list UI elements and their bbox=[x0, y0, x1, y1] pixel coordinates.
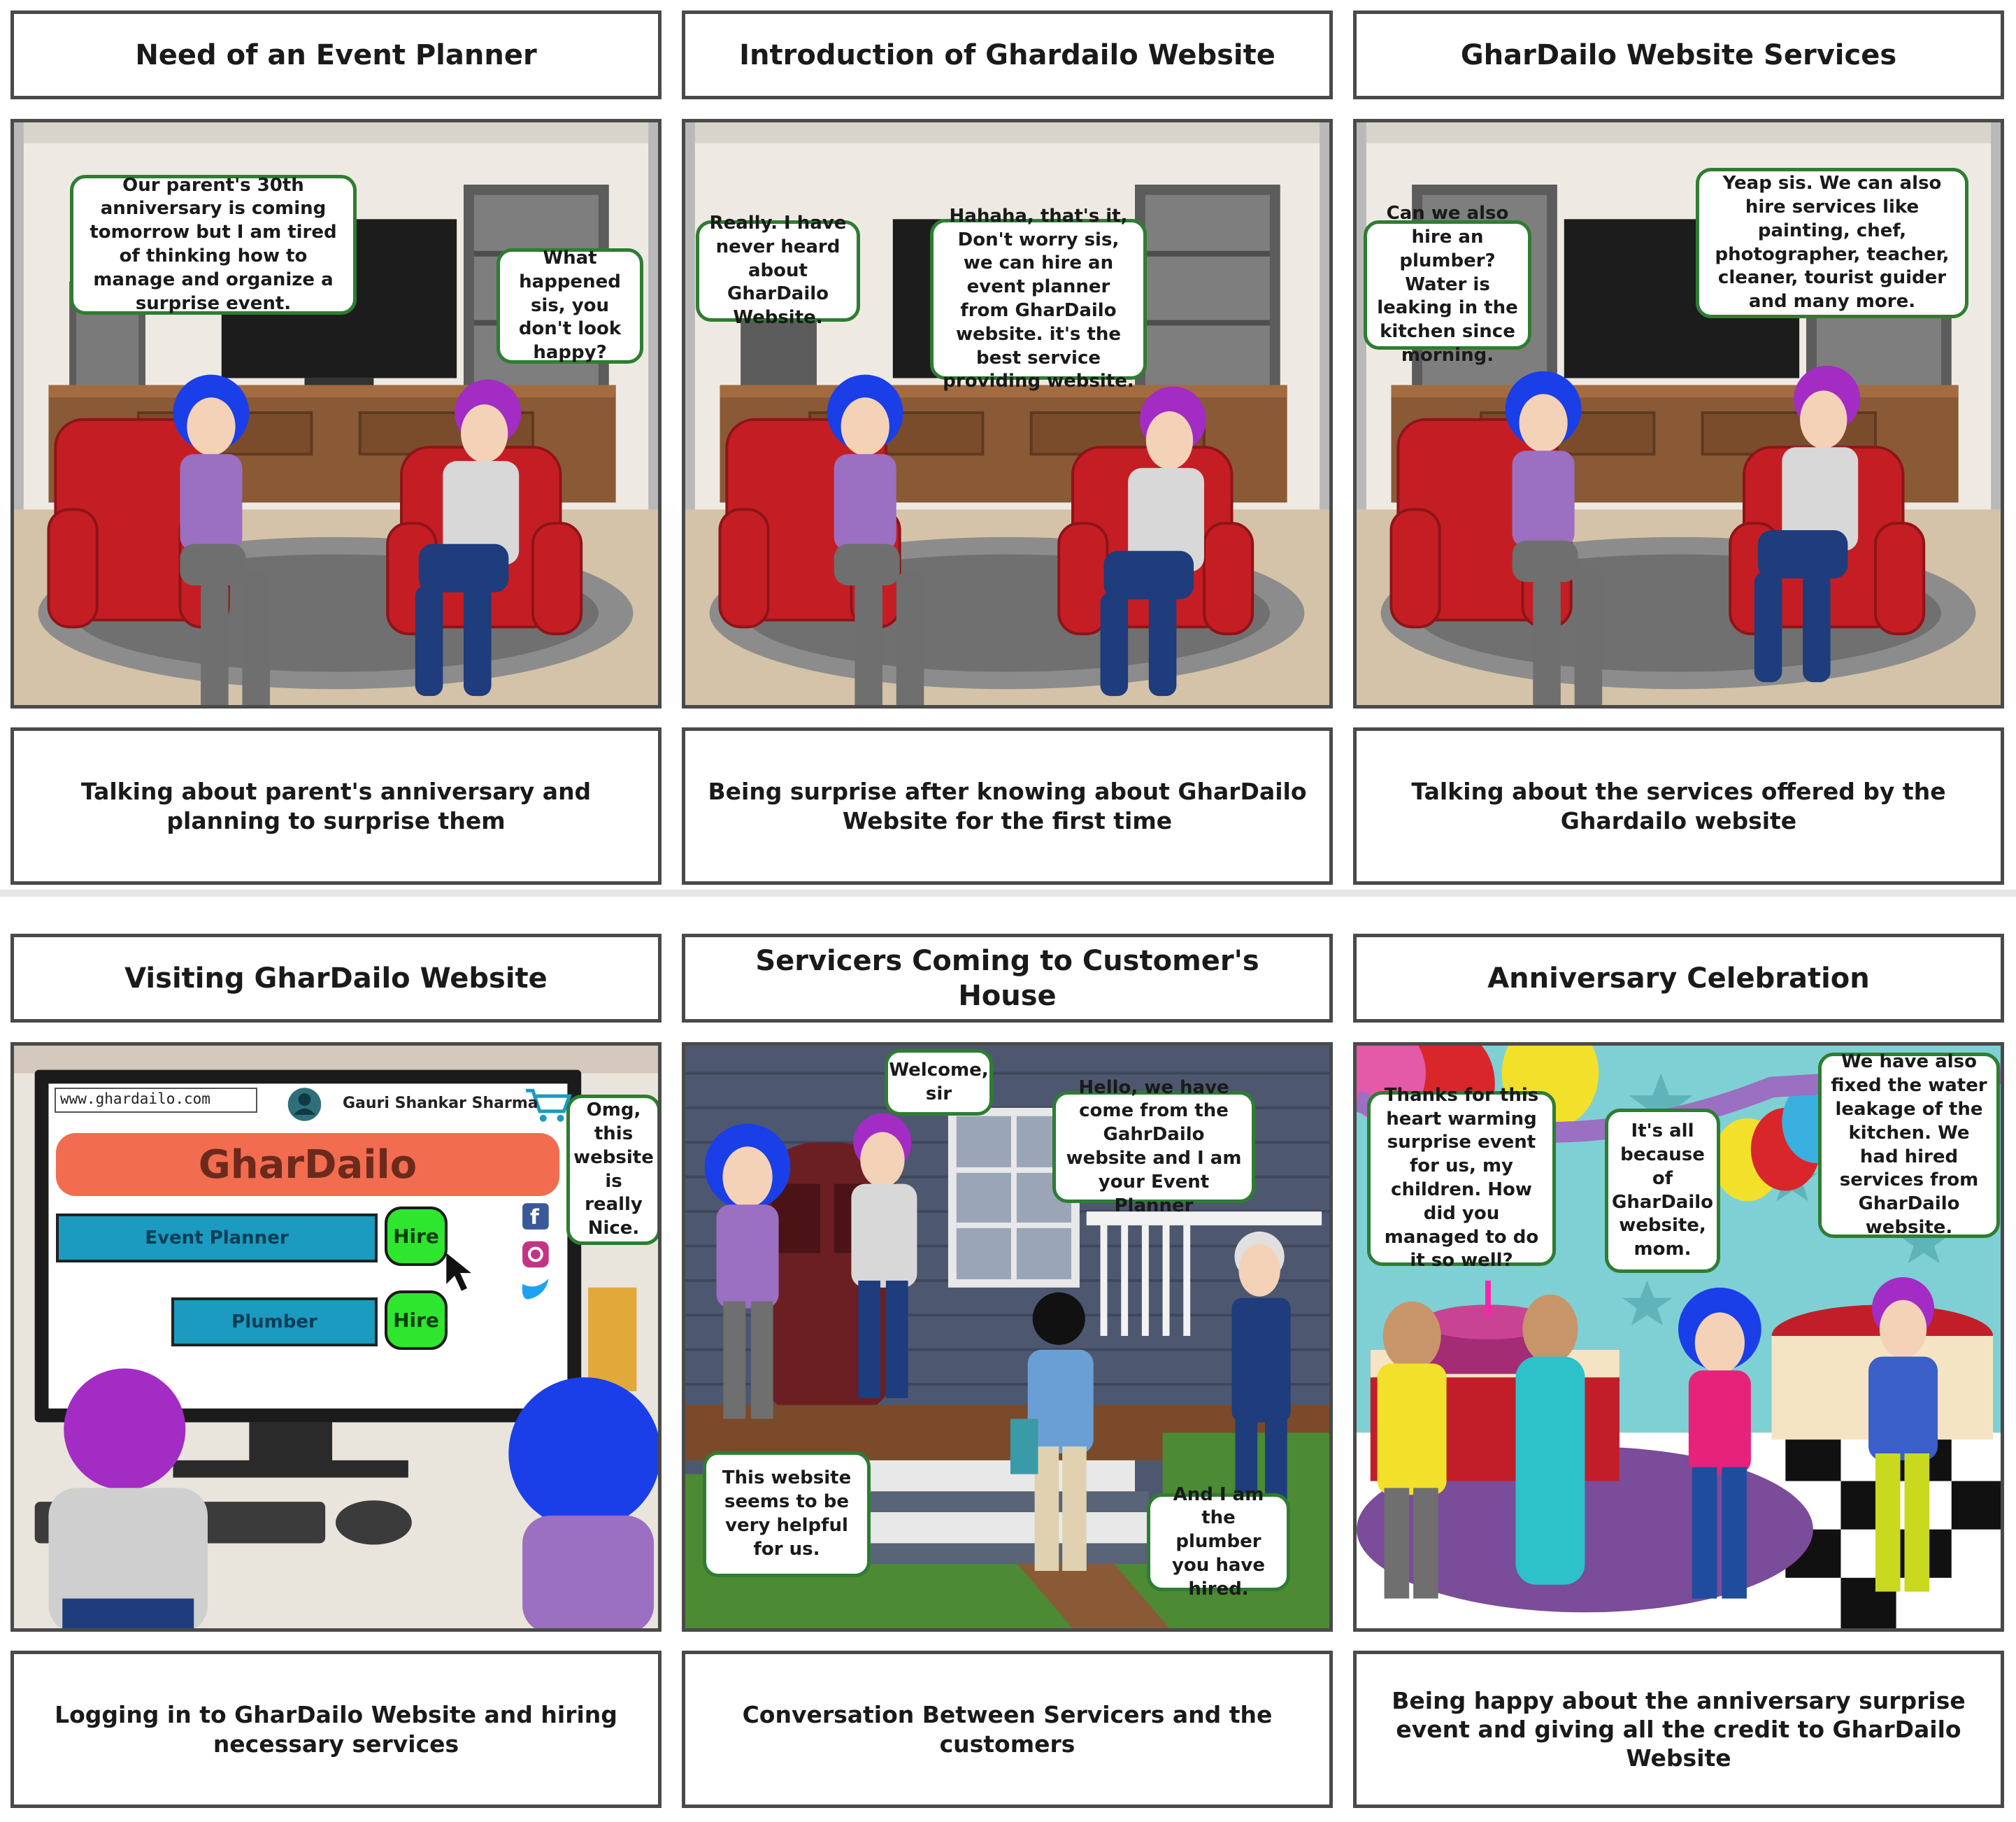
scene-panel-6: Thanks for this heart warming surprise e… bbox=[1353, 1042, 2004, 1632]
scene-panel-1: Our parent's 30th anniversary is coming … bbox=[10, 119, 662, 709]
panel-title: Visiting GharDailo Website bbox=[10, 934, 662, 1023]
panel-caption: Talking about the services offered by th… bbox=[1353, 727, 2004, 885]
service-event-planner[interactable]: Event Planner bbox=[56, 1214, 378, 1262]
scene-panel-3: Can we also hire an plumber? Water is le… bbox=[1353, 119, 2004, 709]
panel-title: Need of an Event Planner bbox=[10, 10, 662, 99]
speech-bubble: We have also fixed the water leakage of … bbox=[1818, 1051, 2000, 1238]
speech-bubble: Omg, this website is really Nice. bbox=[566, 1095, 658, 1245]
sister-character bbox=[508, 1377, 658, 1628]
panel-title: GharDailo Website Services bbox=[1353, 10, 2004, 99]
hire-button[interactable]: Hire bbox=[385, 1290, 448, 1350]
user-icon bbox=[287, 1088, 322, 1121]
speech-bubble: This website seems to be very helpful fo… bbox=[703, 1451, 871, 1577]
speech-bubble: What happened sis, you don't look happy? bbox=[496, 248, 643, 364]
panel-caption: Logging in to GharDailo Website and hiri… bbox=[10, 1651, 662, 1808]
speech-bubble: Welcome, sir bbox=[885, 1049, 993, 1116]
panel-caption: Being surprise after knowing about GharD… bbox=[682, 727, 1333, 885]
panel-caption: Being happy about the anniversary surpri… bbox=[1353, 1651, 2004, 1808]
speech-bubble: And I am the plumber you have hired. bbox=[1147, 1484, 1290, 1600]
scene-panel-2: Really. I have never heard about GharDai… bbox=[682, 119, 1333, 709]
site-logo: GharDailo bbox=[56, 1133, 559, 1196]
mother-character bbox=[1515, 1294, 1585, 1585]
panel-caption: Talking about parent's anniversary and p… bbox=[10, 727, 662, 885]
speech-bubble: Can we also hire an plumber? Water is le… bbox=[1364, 203, 1531, 366]
speech-bubble: Hello, we have come from the GahrDailo w… bbox=[1052, 1077, 1255, 1216]
speech-bubble: Thanks for this heart warming surprise e… bbox=[1367, 1085, 1556, 1271]
panel-title: Anniversary Celebration bbox=[1353, 934, 2004, 1023]
row-divider bbox=[0, 890, 2016, 897]
hire-button[interactable]: Hire bbox=[385, 1207, 448, 1266]
scene-panel-5: Welcome, sir Hello, we have come from th… bbox=[682, 1042, 1333, 1632]
speech-bubble: Really. I have never heard about GharDai… bbox=[696, 213, 860, 328]
instagram-icon[interactable] bbox=[522, 1241, 549, 1268]
panel-title: Introduction of Ghardailo Website bbox=[682, 10, 1333, 99]
scene-panel-4: f www.ghardailo.com Gauri Shankar Sharma… bbox=[10, 1042, 662, 1632]
svg-text:f: f bbox=[530, 1204, 540, 1229]
speech-bubble: Hahaha, that's it, Don't worry sis, we c… bbox=[930, 206, 1147, 392]
speech-bubble: Yeap sis. We can also hire services like… bbox=[1696, 168, 1968, 318]
service-plumber[interactable]: Plumber bbox=[171, 1297, 378, 1346]
speech-bubble: It's all because of GharDailo website, m… bbox=[1605, 1109, 1720, 1273]
url-bar[interactable]: www.ghardailo.com bbox=[55, 1088, 257, 1113]
panel-title: Servicers Coming to Customer's House bbox=[682, 934, 1333, 1023]
panel-caption: Conversation Between Servicers and the c… bbox=[682, 1651, 1333, 1808]
speech-bubble: Our parent's 30th anniversary is coming … bbox=[70, 175, 357, 315]
user-name: Gauri Shankar Sharma bbox=[343, 1095, 538, 1112]
